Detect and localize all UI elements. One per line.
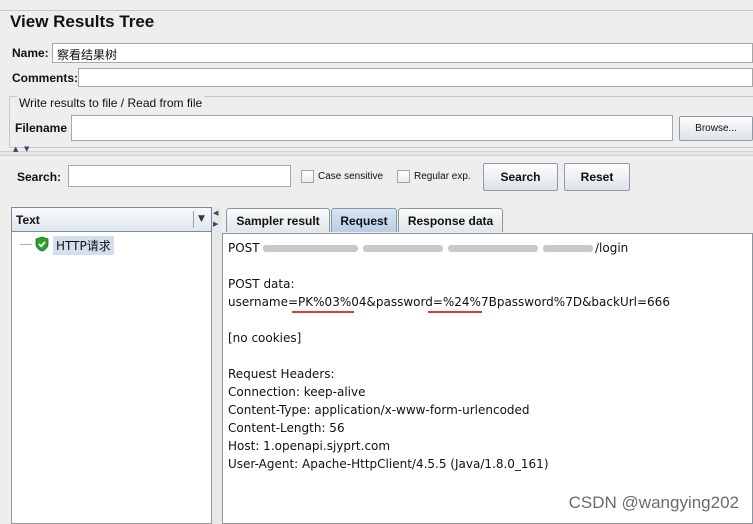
redacted-url-block: [263, 245, 358, 252]
case-sensitive-label: Case sensitive: [318, 171, 384, 182]
header-connection: Connection: keep-alive: [228, 385, 366, 399]
regex-label: Regular exp.: [414, 171, 471, 182]
post-data-body: username=PK%03%04&password=%24%7Bpasswor…: [228, 295, 670, 309]
collapse-up-icon[interactable]: ▲: [13, 146, 18, 153]
name-label: Name:: [12, 46, 49, 60]
filename-input[interactable]: [71, 115, 673, 141]
renderer-select[interactable]: Text ▼: [11, 207, 212, 232]
request-content-pane[interactable]: POST /login POST data: username=PK%03%04…: [222, 233, 753, 524]
top-border: [0, 10, 753, 11]
collapse-right-icon[interactable]: ▶: [213, 220, 218, 228]
header-user-agent: User-Agent: Apache-HttpClient/4.5.5 (Jav…: [228, 457, 549, 471]
password-underline: [428, 311, 482, 313]
post-data-label: POST data:: [228, 277, 295, 291]
redacted-url-block: [543, 245, 593, 252]
regex-checkbox[interactable]: [397, 170, 410, 183]
tree-line: [20, 244, 32, 245]
reset-button[interactable]: Reset: [564, 163, 630, 191]
name-field[interactable]: 察看结果树: [52, 43, 753, 63]
browse-button[interactable]: Browse...: [679, 116, 753, 141]
horizontal-splitter[interactable]: [0, 151, 753, 156]
redacted-url-block: [363, 245, 443, 252]
watermark: CSDN @wangying202: [568, 493, 739, 512]
tree-item-http-request[interactable]: HTTP请求: [53, 236, 114, 255]
shield-check-icon: [34, 236, 50, 252]
request-url-suffix: /login: [595, 241, 629, 255]
collapse-left-icon[interactable]: ◀: [213, 209, 218, 217]
request-headers-label: Request Headers:: [228, 367, 335, 381]
case-sensitive-checkbox[interactable]: [301, 170, 314, 183]
username-underline: [292, 311, 354, 313]
header-content-length: Content-Length: 56: [228, 421, 345, 435]
search-label: Search:: [17, 170, 62, 184]
redacted-url-block: [448, 245, 538, 252]
search-input[interactable]: [68, 165, 291, 187]
file-group-title: Write results to file / Read from file: [17, 96, 205, 110]
panel-title: View Results Tree: [10, 12, 155, 31]
filename-label: Filename: [15, 121, 68, 135]
chevron-down-icon[interactable]: ▼: [198, 214, 205, 224]
tab-request[interactable]: Request: [331, 208, 397, 232]
renderer-select-value: Text: [16, 213, 40, 227]
header-content-type: Content-Type: application/x-www-form-url…: [228, 403, 530, 417]
tab-sampler-result[interactable]: Sampler result: [226, 208, 330, 232]
comments-field[interactable]: [78, 68, 753, 87]
collapse-down-icon[interactable]: ▼: [24, 146, 29, 153]
comments-label: Comments:: [12, 71, 79, 85]
vertical-splitter[interactable]: [212, 207, 222, 524]
select-divider: [193, 211, 194, 228]
search-button[interactable]: Search: [483, 163, 558, 191]
request-post-prefix: POST: [228, 241, 260, 255]
cookies-line: [no cookies]: [228, 331, 302, 345]
header-host: Host: 1.openapi.sjyprt.com: [228, 439, 391, 453]
tab-response-data[interactable]: Response data: [398, 208, 503, 232]
